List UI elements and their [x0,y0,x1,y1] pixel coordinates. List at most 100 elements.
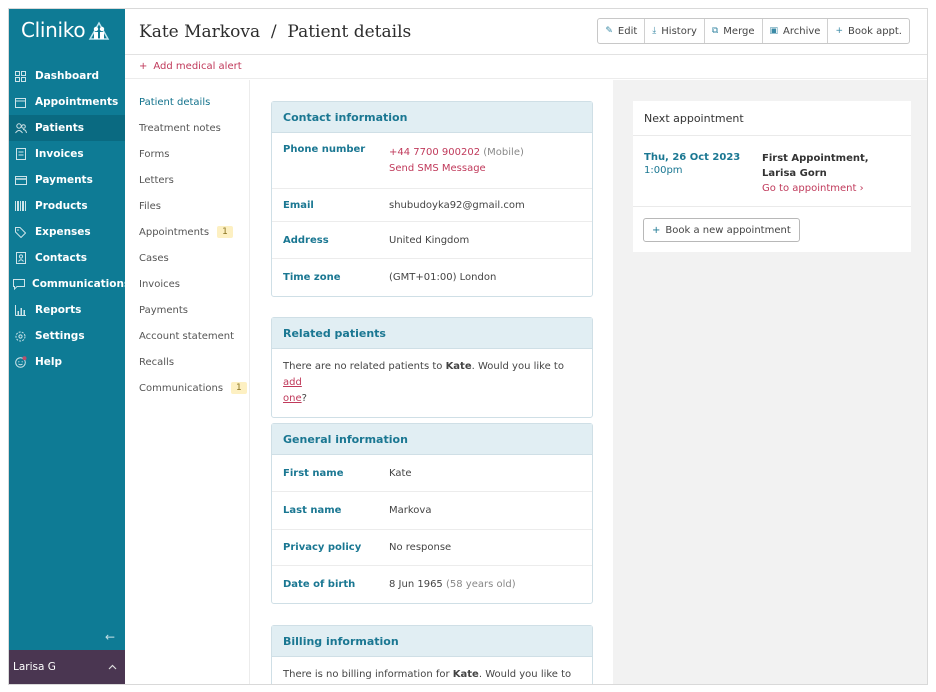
subnav-item-appointments[interactable]: Appointments 1 [125,219,249,245]
logo-text: Cliniko [21,18,86,42]
user-menu[interactable]: Larisa G [9,650,125,684]
subnav-item-cases[interactable]: Cases [125,245,249,271]
plus-icon: + [652,224,661,236]
card-heading: General information [272,424,592,455]
last-name-value: Markova [389,505,432,516]
collapse-sidebar-icon[interactable]: ← [105,630,115,644]
sidebar-item-label: Contacts [35,252,87,264]
patient-details-main: Contact information Phone number +44 770… [251,80,613,684]
email-link[interactable]: shubudoyka92@gmail.com [389,200,581,211]
sidebar-item-label: Patients [35,122,84,134]
merge-button[interactable]: ⧉ Merge [705,19,763,43]
address-value: United Kingdom [389,234,470,246]
related-patients-note: There are no related patients to Kate. W… [283,361,564,404]
subnav-item-account-statement[interactable]: Account statement [125,323,249,349]
download-icon: ⤓ [652,26,657,36]
subnav-item-forms[interactable]: Forms [125,141,249,167]
chevron-up-icon [108,661,117,673]
chart-icon [13,303,28,318]
sidebar-item-expenses[interactable]: Expenses [9,219,125,245]
sidebar-item-label: Payments [35,174,93,186]
timezone-value: (GMT+01:00) London [389,272,497,283]
sidebar-item-invoices[interactable]: Invoices [9,141,125,167]
sidebar-item-label: Reports [35,304,82,316]
book-new-appointment-button[interactable]: + Book a new appointment [643,218,800,242]
general-information-card: General information First name Kate Last… [271,423,593,604]
email-label: Email [283,199,314,211]
subnav-item-treatment-notes[interactable]: Treatment notes [125,115,249,141]
billing-note: There is no billing information for Kate… [283,669,572,680]
logo[interactable]: Cliniko [9,9,125,51]
phone-type: (Mobile) [483,147,524,158]
user-name: Larisa G [13,661,56,673]
sidebar-item-label: Expenses [35,226,91,238]
appointment-date: Thu, 26 Oct 2023 [644,152,741,163]
edit-button[interactable]: ✎ Edit [598,19,646,43]
count-badge: 1 [231,382,247,394]
address-label: Address [283,234,329,246]
sidebar-item-patients[interactable]: Patients [9,115,125,141]
history-button[interactable]: ⤓ History [645,19,705,43]
merge-icon: ⧉ [711,26,719,36]
timezone-label: Time zone [283,272,341,283]
sidebar-item-label: Appointments [35,96,119,108]
sidebar-item-reports[interactable]: Reports [9,297,125,323]
page-title: Kate Markova / Patient details [139,21,412,42]
chevron-right-icon: › [859,183,864,194]
go-to-appointment-link[interactable]: Go to appointment › [762,183,864,194]
appointment-type: First Appointment, Larisa Gorn [762,153,869,179]
calendar-icon [13,95,28,110]
sidebar-item-appointments[interactable]: Appointments [9,89,125,115]
sidebar-item-label: Communications [32,278,131,290]
add-medical-alert-label: Add medical alert [153,61,242,72]
privacy-policy-row: Privacy policy No response [272,530,592,566]
sidebar-item-settings[interactable]: Settings [9,323,125,349]
gear-icon [13,329,28,344]
subnav-item-recalls[interactable]: Recalls [125,349,249,375]
sidebar-item-communications[interactable]: Communications [9,271,130,297]
subnav-item-communications[interactable]: Communications 1 [125,375,249,401]
last-name-label: Last name [283,505,342,516]
phone-number-link[interactable]: +44 7700 900202 [389,147,480,158]
first-name-row: First name Kate [272,455,592,492]
archive-icon: ▣ [769,26,779,36]
date-of-birth-row: Date of birth 8 Jun 1965 (58 years old) [272,566,592,603]
sidebar-item-products[interactable]: Products [9,193,125,219]
add-medical-alert-link[interactable]: + Add medical alert [125,55,927,79]
date-of-birth-value: 8 Jun 1965 [389,579,443,590]
subnav-item-payments[interactable]: Payments [125,297,249,323]
sidebar-item-label: Settings [35,330,85,342]
add-related-patient-link[interactable]: add [283,377,302,388]
subnav-item-files[interactable]: Files [125,193,249,219]
book-appointment-button[interactable]: + Book appt. [828,19,909,43]
sidebar-item-help[interactable]: Help [9,349,125,375]
sidebar-nav: Dashboard Appointments Patients Invoices… [9,63,130,375]
tag-icon [13,225,28,240]
archive-button[interactable]: ▣ Archive [763,19,829,43]
pencil-icon: ✎ [605,26,613,36]
sidebar-item-contacts[interactable]: Contacts [9,245,125,271]
logo-icon [88,20,110,40]
patient-subnav: Patient details Treatment notes Forms Le… [125,80,250,684]
privacy-policy-value: No response [389,542,452,553]
phone-label: Phone number [283,144,366,155]
subnav-item-patient-details[interactable]: Patient details [125,89,249,115]
first-name-value: Kate [389,467,412,479]
phone-row: Phone number +44 7700 900202 (Mobile) Se… [272,133,592,189]
billing-information-card: Billing information There is no billing … [271,625,593,684]
age-value: (58 years old) [445,579,516,590]
subnav-item-letters[interactable]: Letters [125,167,249,193]
appointment-time: 1:00pm [644,165,683,176]
card-heading: Next appointment [633,101,911,136]
add-related-patient-link-cont[interactable]: one [283,393,302,404]
subnav-item-invoices[interactable]: Invoices [125,271,249,297]
right-panel: Next appointment Thu, 26 Oct 2023 1:00pm… [613,80,927,684]
page-header: Kate Markova / Patient details ✎ Edit ⤓ Hi… [125,9,927,55]
send-sms-link[interactable]: Send SMS Message [389,163,486,174]
date-of-birth-label: Date of birth [283,579,356,590]
sidebar-item-payments[interactable]: Payments [9,167,125,193]
sidebar-item-label: Invoices [35,148,84,160]
sidebar: Cliniko Dashboard Appointments Patients … [9,9,130,684]
plus-icon: + [139,61,148,72]
sidebar-item-dashboard[interactable]: Dashboard [9,63,125,89]
